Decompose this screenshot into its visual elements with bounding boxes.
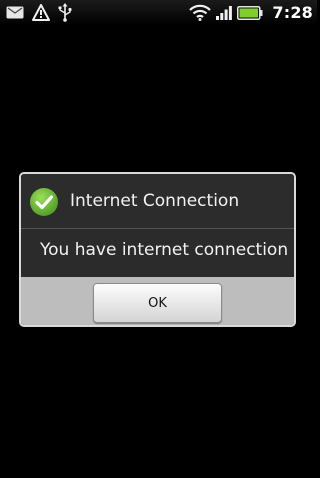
message-icon	[6, 6, 24, 19]
dialog-header: Internet Connection	[21, 174, 294, 229]
dialog-title: Internet Connection	[70, 191, 240, 211]
alert-dialog: Internet Connection You have internet co…	[19, 172, 296, 327]
dialog-body: You have internet connection	[21, 229, 294, 277]
dialog-button-bar: OK	[21, 277, 294, 325]
notification-icons	[6, 3, 72, 22]
usb-icon	[58, 3, 72, 22]
clock: 7:28	[272, 3, 313, 22]
dialog-message: You have internet connection	[40, 240, 289, 260]
wifi-icon	[189, 4, 212, 21]
system-icons: 7:28	[189, 2, 313, 23]
signal-icon	[216, 5, 233, 20]
ok-button[interactable]: OK	[93, 283, 222, 323]
battery-icon	[237, 5, 263, 20]
status-bar: 7:28	[0, 0, 317, 25]
check-icon	[29, 187, 59, 217]
screen: 7:28 Internet Connection You have intern…	[0, 0, 317, 478]
warning-icon	[32, 4, 50, 21]
